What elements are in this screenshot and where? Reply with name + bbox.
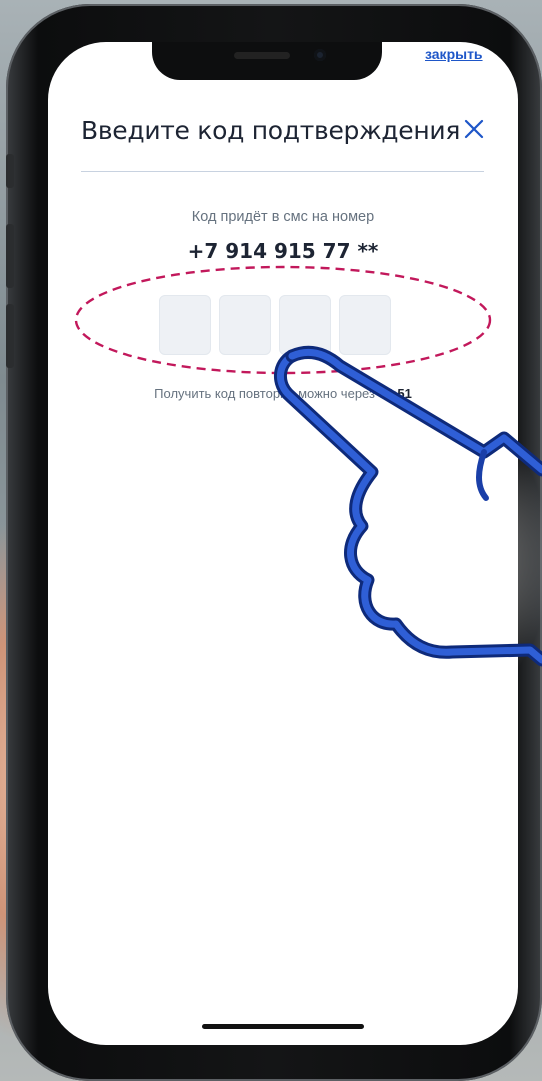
- resend-text: Получить код повторно можно через 04:51: [48, 386, 518, 401]
- phone-frame: закрыть Введите код подтверждения Код пр…: [6, 4, 542, 1081]
- sms-hint: Код придёт в смс на номер: [191, 209, 375, 225]
- resend-timer: 04:51: [378, 386, 412, 401]
- volume-up-button: [6, 224, 14, 288]
- mute-switch: [6, 154, 14, 188]
- phone-screen: закрыть Введите код подтверждения Код пр…: [48, 42, 518, 1045]
- front-camera: [314, 49, 326, 61]
- volume-down-button: [6, 304, 14, 368]
- home-indicator: [202, 1024, 364, 1029]
- code-digit-input[interactable]: [219, 295, 271, 355]
- code-digit-input[interactable]: [279, 295, 331, 355]
- speaker-grille: [234, 52, 290, 59]
- notch: [152, 42, 382, 80]
- close-link[interactable]: закрыть: [425, 46, 483, 62]
- code-digit-input[interactable]: [339, 295, 391, 355]
- phone-number: +7 914 915 77 **: [187, 239, 379, 263]
- code-digit-input[interactable]: [159, 295, 211, 355]
- header-divider: [81, 171, 484, 172]
- close-icon[interactable]: [463, 118, 485, 140]
- page-title: Введите код подтверждения: [81, 116, 461, 145]
- resend-label: Получить код повторно можно через: [154, 386, 375, 401]
